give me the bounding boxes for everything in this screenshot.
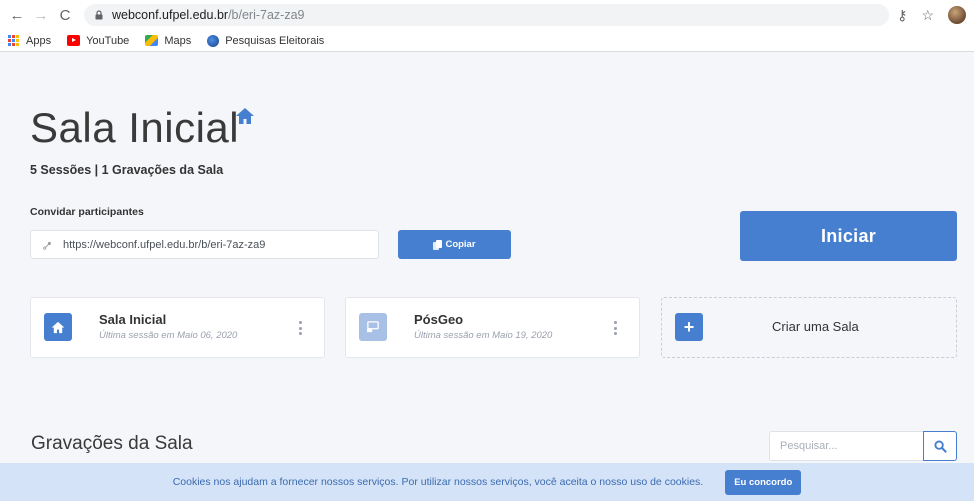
reload-icon[interactable]: C [56, 6, 74, 24]
copy-icon [433, 239, 443, 250]
room-card-sala-inicial[interactable]: Sala Inicial Última sessão em Maio 06, 2… [30, 297, 325, 358]
recordings-title: Gravações da Sala [31, 433, 193, 454]
bookmark-pesquisas[interactable]: Pesquisas Eleitorais [207, 34, 325, 47]
invite-link-text: https://webconf.ufpel.edu.br/b/eri-7az-z… [63, 238, 266, 251]
globe-icon [207, 34, 220, 47]
start-button[interactable]: Iniciar [740, 211, 957, 261]
room-name: PósGeo [414, 312, 464, 327]
home-icon [44, 313, 72, 341]
accept-cookies-button[interactable]: Eu concordo [725, 469, 802, 495]
invite-label: Convidar participantes [30, 206, 144, 218]
cookie-text: Cookies nos ajudam a fornecer nossos ser… [172, 476, 704, 488]
bookmark-label: Apps [26, 34, 52, 47]
star-icon[interactable]: ☆ [921, 7, 934, 24]
bookmark-apps[interactable]: Apps [8, 34, 52, 47]
invite-link-field[interactable]: ⊶ https://webconf.ufpel.edu.br/b/eri-7az… [30, 230, 379, 259]
search-input[interactable] [769, 431, 923, 461]
address-bar[interactable]: webconf.ufpel.edu.br/b/eri-7az-za9 [84, 4, 890, 26]
copy-button[interactable]: Copiar [398, 230, 511, 259]
url-path: /b/eri-7az-za9 [228, 8, 305, 22]
bookmark-youtube[interactable]: YouTube [67, 35, 129, 47]
recordings-search [769, 431, 957, 461]
room-last-session: Última sessão em Maio 19, 2020 [414, 330, 553, 341]
forward-icon[interactable]: → [32, 6, 50, 24]
copy-button-label: Copiar [445, 239, 476, 250]
room-card-posgeo[interactable]: PósGeo Última sessão em Maio 19, 2020 [345, 297, 640, 358]
browser-toolbar: ← → C webconf.ufpel.edu.br/b/eri-7az-za9… [0, 0, 974, 30]
create-room-label: Criar uma Sala [772, 319, 859, 334]
bookmark-label: Pesquisas Eleitorais [225, 34, 325, 47]
maps-icon [145, 35, 159, 46]
plus-icon: + [675, 313, 703, 341]
bookmark-maps[interactable]: Maps [145, 35, 191, 47]
url-host: webconf.ufpel.edu.br [112, 8, 229, 22]
room-stats: 5 Sessões | 1 Gravações da Sala [30, 163, 224, 177]
youtube-icon [67, 35, 81, 46]
key-icon[interactable]: ⚷ [897, 7, 907, 24]
search-button[interactable] [923, 431, 957, 461]
apps-grid-icon [8, 34, 20, 47]
back-icon[interactable]: ← [8, 6, 26, 24]
search-icon [933, 439, 947, 453]
profile-avatar[interactable] [948, 6, 966, 24]
bookmarks-bar: Apps YouTube Maps Pesquisas Eleitorais [0, 30, 974, 52]
page-title: Sala Inicial [30, 104, 240, 151]
room-name: Sala Inicial [99, 312, 167, 327]
more-options-icon[interactable] [614, 321, 617, 335]
bookmark-label: Maps [164, 34, 192, 47]
create-room-card[interactable]: + Criar uma Sala [661, 297, 957, 358]
presentation-icon [359, 313, 387, 341]
lock-icon [95, 10, 103, 20]
more-options-icon[interactable] [299, 321, 302, 335]
link-icon: ⊶ [39, 237, 56, 254]
cookie-banner: Cookies nos ajudam a fornecer nossos ser… [0, 463, 974, 501]
room-last-session: Última sessão em Maio 06, 2020 [99, 330, 238, 341]
home-icon [236, 108, 254, 124]
bookmark-label: YouTube [86, 34, 130, 47]
